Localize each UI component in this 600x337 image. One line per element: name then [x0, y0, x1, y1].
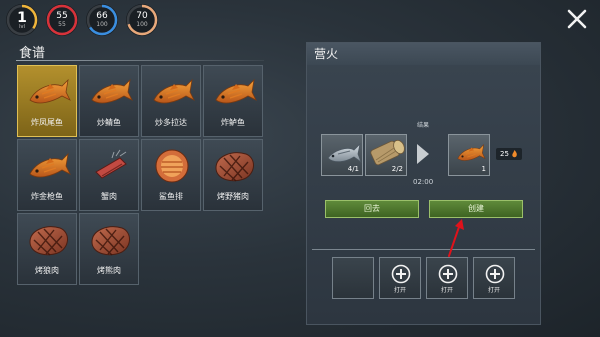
recipe-label: 炸凤尾鱼	[31, 118, 63, 127]
create-button[interactable]: 创建	[429, 200, 523, 218]
recipe-label: 烤狼肉	[35, 266, 59, 275]
ingredient-slot-log[interactable]: 2/2	[365, 134, 407, 176]
level-value: 1	[17, 9, 27, 26]
energy-cost: 25	[496, 148, 522, 160]
recipe-label: 鲨鱼排	[159, 192, 183, 201]
panel-divider	[312, 249, 535, 250]
recipes-divider	[16, 60, 264, 61]
recipe-fried-dorado[interactable]: 炒多拉达	[141, 65, 201, 137]
open-label: 打开	[440, 287, 453, 294]
recipe-label: 炸鲈鱼	[221, 118, 245, 127]
bear-steak-icon	[86, 218, 134, 262]
food-value: 70	[136, 11, 148, 21]
flame-icon	[512, 150, 517, 158]
recipe-bear-steak[interactable]: 烤熊肉	[79, 213, 139, 285]
back-button[interactable]: 回去	[325, 200, 419, 218]
recipe-label: 炒鲭鱼	[97, 118, 121, 127]
energy-value: 25	[500, 150, 509, 158]
recipe-fried-mackerel[interactable]: 炒鲭鱼	[79, 65, 139, 137]
water-max: 100	[96, 21, 108, 28]
shark-steak-icon	[148, 144, 196, 188]
wolf-steak-icon	[24, 218, 72, 262]
recipe-grid: 炸凤尾鱼 炒鲭鱼 炒多拉达 炸鲈鱼 炸金枪鱼 蟹肉 鲨鱼排 烤野猪肉 烤狼肉 烤…	[17, 65, 263, 285]
recipe-label: 炒多拉达	[155, 118, 187, 127]
stats-bar: 1 lvl 55 55 66 100 70 100	[6, 4, 158, 36]
boar-steak-icon	[210, 144, 258, 188]
crab-meat-icon	[86, 144, 134, 188]
recipe-fried-tuna[interactable]: 炸金枪鱼	[17, 139, 77, 211]
close-button[interactable]	[564, 6, 590, 32]
health-gauge: 55 55	[46, 4, 78, 36]
craft-timer: 02:00	[413, 178, 434, 186]
fried-fish-icon	[86, 70, 134, 114]
recipe-crab-meat[interactable]: 蟹肉	[79, 139, 139, 211]
open-label: 打开	[487, 287, 500, 294]
fried-fish-icon	[210, 70, 258, 114]
fried-fish-icon	[451, 138, 489, 168]
log-icon	[368, 138, 406, 168]
level-gauge: 1 lvl	[6, 4, 38, 36]
recipe-fried-anchovy[interactable]: 炸凤尾鱼	[17, 65, 77, 137]
recipe-fried-bass[interactable]: 炸鲈鱼	[203, 65, 263, 137]
recipe-label: 烤野猪肉	[217, 192, 249, 201]
fuel-slot-empty[interactable]	[332, 257, 374, 299]
plus-circle-icon	[485, 264, 505, 284]
level-unit: lvl	[19, 23, 25, 30]
ingredient-count: 2/2	[391, 165, 403, 173]
recipe-shark-steak[interactable]: 鲨鱼排	[141, 139, 201, 211]
plus-circle-icon	[438, 264, 458, 284]
open-label: 打开	[393, 287, 406, 294]
fuel-slot-open[interactable]: 打开	[473, 257, 515, 299]
annotation-arrow-icon	[448, 219, 464, 257]
fuel-slot-open[interactable]: 打开	[426, 257, 468, 299]
fried-fish-icon	[24, 144, 72, 188]
recipe-label: 蟹肉	[101, 192, 117, 201]
water-gauge: 66 100	[86, 4, 118, 36]
result-slot: 1	[448, 134, 490, 176]
recipe-label: 烤熊肉	[97, 266, 121, 275]
fried-fish-icon	[24, 70, 72, 114]
result-count: 1	[481, 165, 486, 173]
recipe-wolf-steak[interactable]: 烤狼肉	[17, 213, 77, 285]
food-gauge: 70 100	[126, 4, 158, 36]
craft-arrow-icon	[417, 144, 429, 164]
fried-fish-icon	[148, 70, 196, 114]
result-label: 结果	[417, 122, 430, 129]
ingredient-count: 4/1	[347, 165, 359, 173]
fuel-slot-open[interactable]: 打开	[379, 257, 421, 299]
recipe-label: 炸金枪鱼	[31, 192, 63, 201]
recipe-boar-steak[interactable]: 烤野猪肉	[203, 139, 263, 211]
health-max: 55	[58, 21, 66, 28]
plus-circle-icon	[391, 264, 411, 284]
campfire-panel: 营火 4/1 2/2 结果 02:00 1 25 回去 创建 打开 打开 打开	[306, 42, 541, 325]
ingredient-slot-fish[interactable]: 4/1	[321, 134, 363, 176]
campfire-title: 营火	[307, 43, 540, 65]
close-icon	[567, 9, 587, 29]
water-value: 66	[96, 11, 108, 21]
health-value: 55	[56, 11, 68, 21]
recipes-title: 食谱	[19, 46, 46, 61]
raw-fish-icon	[324, 138, 362, 168]
food-max: 100	[136, 21, 148, 28]
